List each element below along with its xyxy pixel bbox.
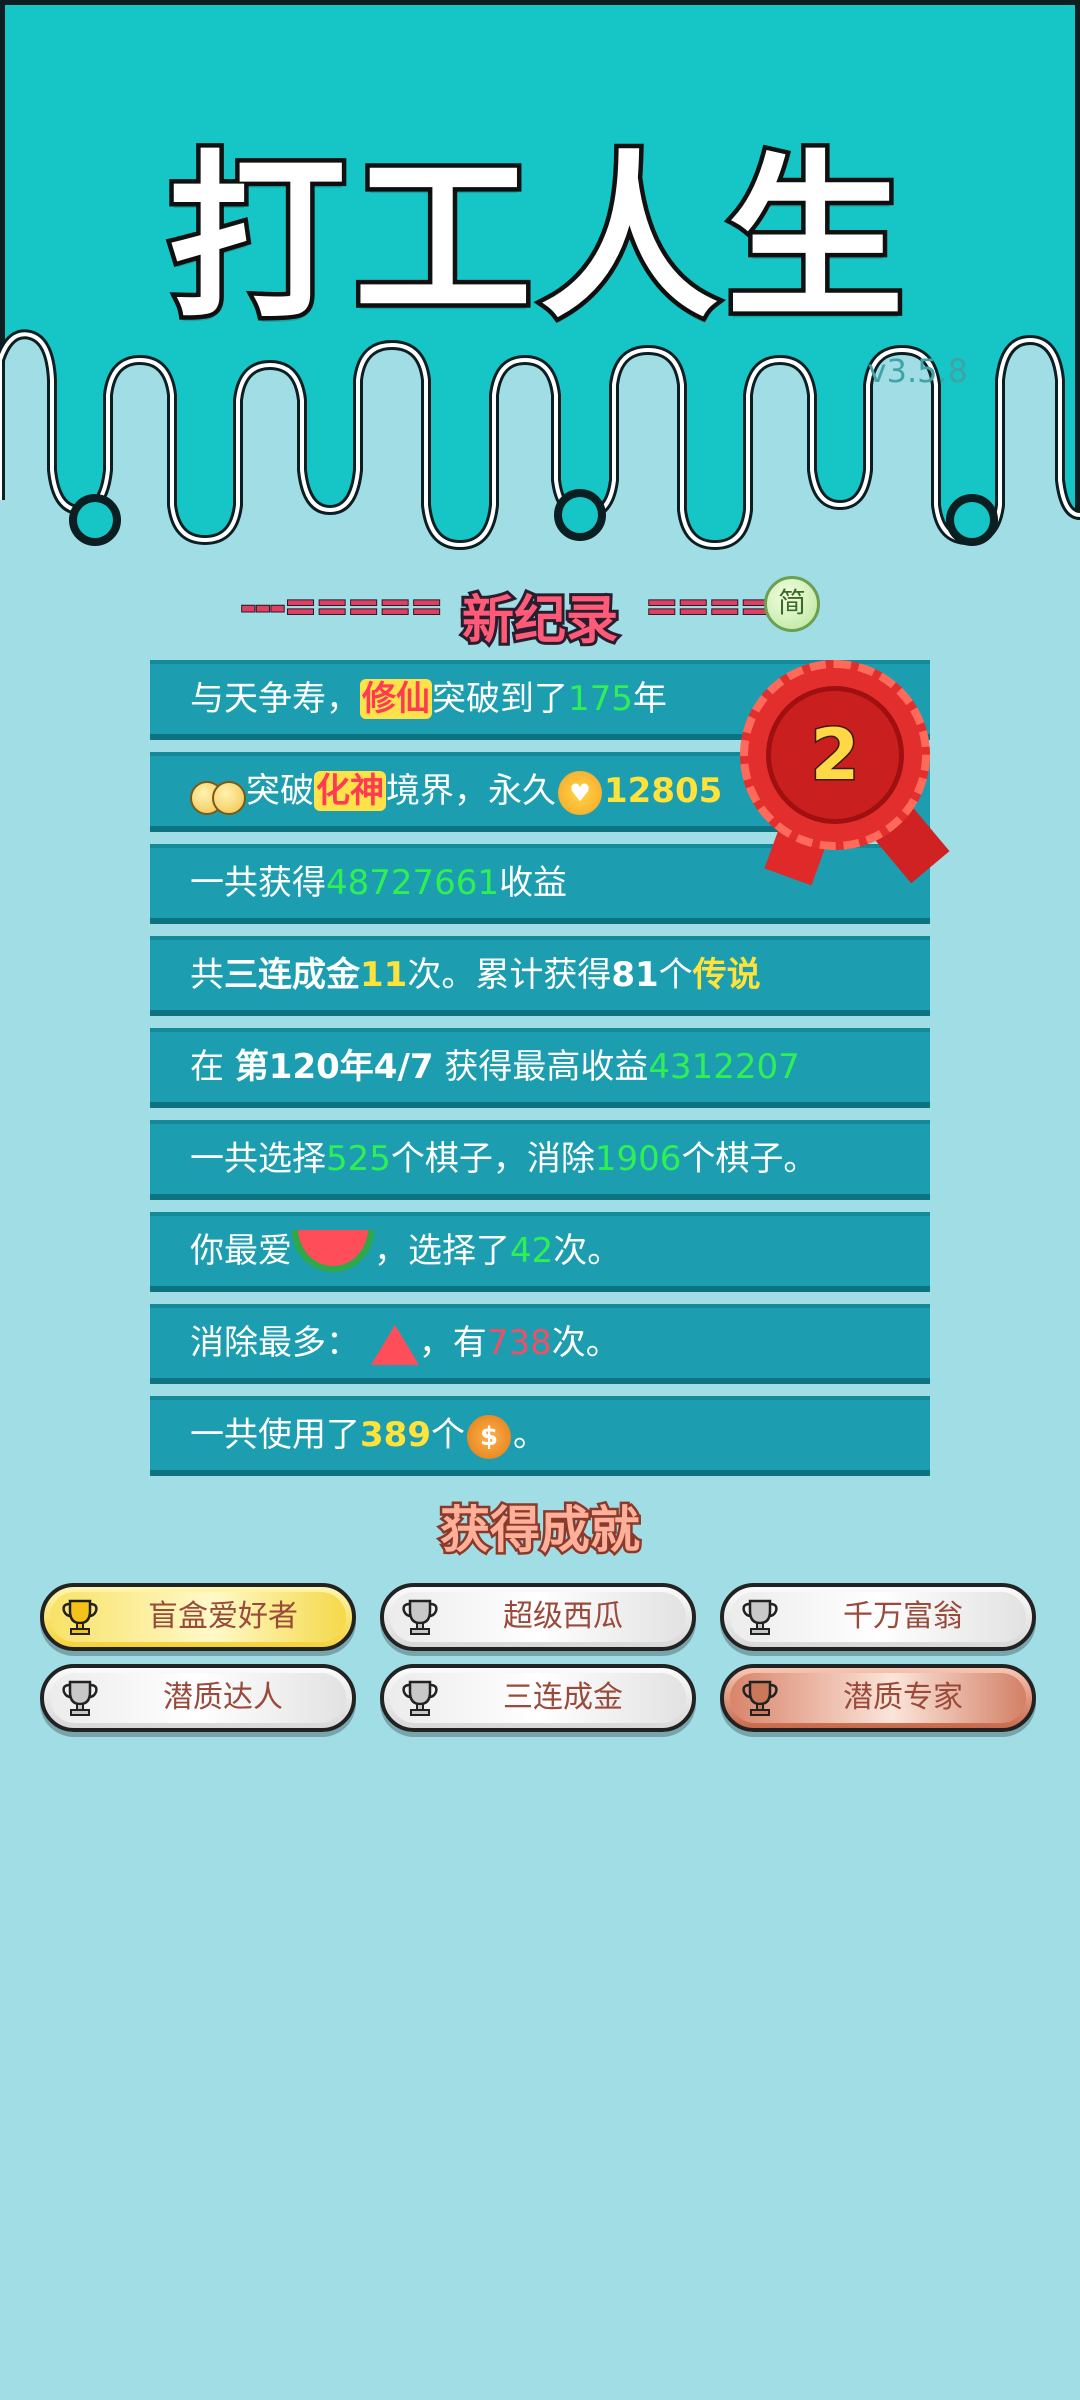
watermelon-icon: [292, 1229, 374, 1276]
watermelon-slice-icon: [370, 1324, 419, 1365]
achievement-badge[interactable]: 超级西瓜: [380, 1583, 696, 1651]
achievement-badge[interactable]: 潜质专家: [720, 1664, 1036, 1732]
achievement-label: 三连成金: [503, 1680, 623, 1715]
banner-dashes-left: ---=====: [239, 583, 444, 631]
gold-trophy-icon: [62, 1599, 98, 1635]
record-row-pieces: 一共选择525个棋子，消除1906个棋子。: [150, 1120, 930, 1200]
dollar-coin-icon: $: [466, 1414, 511, 1459]
silver-trophy-icon: [62, 1680, 98, 1716]
achievement-label: 盲盒爱好者: [148, 1599, 298, 1634]
achievement-badge[interactable]: 三连成金: [380, 1664, 696, 1732]
rank-medal-icon: 2: [740, 660, 970, 900]
achievement-label: 超级西瓜: [503, 1599, 623, 1634]
record-row-best-income: 在 第120年4/7 获得最高收益4312207: [150, 1028, 930, 1108]
silver-trophy-icon: [402, 1680, 438, 1716]
record-row-favorite: 你最爱 ，选择了42次。: [150, 1212, 930, 1292]
version-label: v3.5.8: [867, 352, 968, 390]
achievement-label: 千万富翁: [843, 1599, 963, 1634]
achievement-badge[interactable]: 潜质达人: [40, 1664, 356, 1732]
record-row-triple-merge: 共三连成金11次。累计获得81个传说: [150, 936, 930, 1016]
banner-title: 新纪录: [459, 588, 621, 654]
heart-coin-icon: ♥: [558, 770, 602, 815]
record-row-most-eliminated: 消除最多： ，有738次。: [150, 1304, 930, 1384]
record-row-coins-used: 一共使用了389个 $。: [150, 1396, 930, 1476]
achievement-label: 潜质专家: [843, 1680, 963, 1715]
achievements-title: 获得成就: [438, 1499, 643, 1562]
achievement-badge[interactable]: 盲盒爱好者: [40, 1583, 356, 1651]
fruit-icon: [190, 771, 246, 815]
app-title: 打工人生: [164, 131, 912, 347]
new-record-banner: ---===== 新纪录 =====-: [239, 572, 840, 654]
silver-trophy-icon: [742, 1599, 778, 1635]
achievement-badge[interactable]: 千万富翁: [720, 1583, 1036, 1651]
silver-trophy-icon: [402, 1599, 438, 1635]
bronze-trophy-icon: [742, 1680, 778, 1716]
header: 打工人生 v3.5.8: [0, 0, 1080, 560]
simplified-chinese-button[interactable]: 简: [764, 576, 820, 632]
achievement-label: 潜质达人: [163, 1680, 283, 1715]
rank-number: 2: [766, 686, 904, 824]
